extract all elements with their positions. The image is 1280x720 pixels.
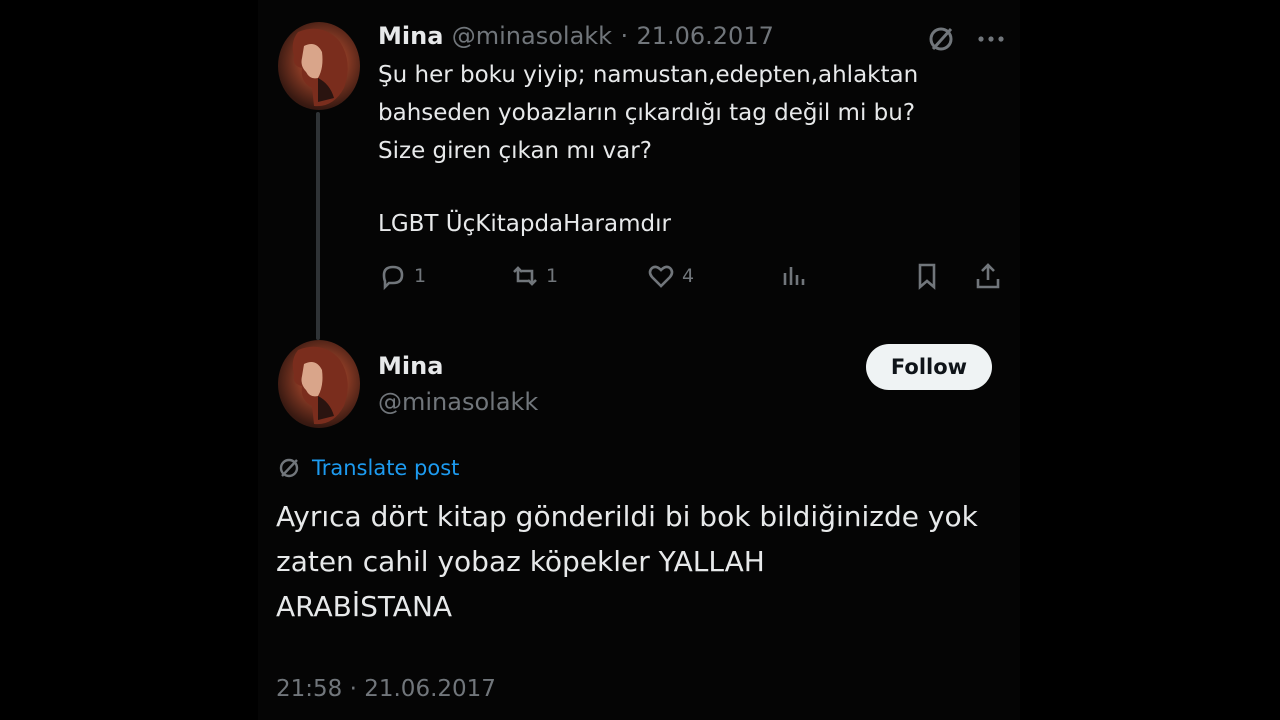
grok-icon[interactable]	[924, 22, 958, 56]
views-button[interactable]	[778, 256, 808, 296]
post-date: 21.06.2017	[364, 676, 496, 702]
screenshot-stage: Mina @minasolakk · 21.06.2017 Şu her bok…	[0, 0, 1280, 720]
post-time: 21:58	[276, 676, 343, 702]
post-timestamp[interactable]: 21:58 · 21.06.2017	[276, 676, 496, 702]
thread-connector-line	[316, 112, 320, 340]
timestamp-separator: ·	[349, 676, 357, 702]
avatar[interactable]	[278, 340, 360, 428]
post-text: Şu her boku yiyip; namustan,edepten,ahla…	[378, 62, 919, 164]
bookmark-icon	[918, 263, 936, 290]
author-name[interactable]: Mina	[378, 352, 443, 380]
repost-icon	[513, 266, 537, 286]
translate-label: Translate post	[312, 456, 460, 480]
like-count: 4	[682, 265, 695, 287]
views-icon	[783, 267, 805, 285]
repost-button[interactable]: 1	[510, 256, 558, 296]
post-actions-bar: 1 1 4	[378, 256, 1008, 296]
post-text: Ayrıca dört kitap gönderildi bi bok bild…	[276, 500, 978, 623]
share-icon	[976, 263, 1000, 289]
bookmark-button[interactable]	[912, 256, 942, 296]
repost-count: 1	[546, 265, 559, 287]
avatar-image	[292, 346, 348, 425]
post-tags: LGBT ÜçKitapdaHaramdır	[378, 211, 671, 237]
author-name[interactable]: Mina	[378, 22, 443, 50]
like-button[interactable]: 4	[646, 256, 694, 296]
header-separator: ·	[620, 22, 629, 50]
avatar[interactable]	[278, 22, 360, 110]
translate-post-link[interactable]: Translate post	[276, 455, 459, 481]
like-icon	[648, 265, 674, 288]
author-handle[interactable]: @minasolakk	[378, 388, 538, 416]
reply-icon	[382, 265, 404, 291]
reply-count: 1	[414, 265, 427, 287]
more-icon[interactable]	[974, 22, 1008, 56]
post-date[interactable]: 21.06.2017	[636, 22, 773, 50]
share-button[interactable]	[973, 256, 1003, 296]
post-header: Mina @minasolakk · 21.06.2017	[378, 22, 774, 50]
translate-icon	[279, 458, 299, 478]
follow-button[interactable]: Follow	[866, 344, 992, 390]
avatar-image	[292, 28, 348, 107]
author-handle[interactable]: @minasolakk	[452, 22, 612, 50]
reply-button[interactable]: 1	[378, 256, 426, 296]
